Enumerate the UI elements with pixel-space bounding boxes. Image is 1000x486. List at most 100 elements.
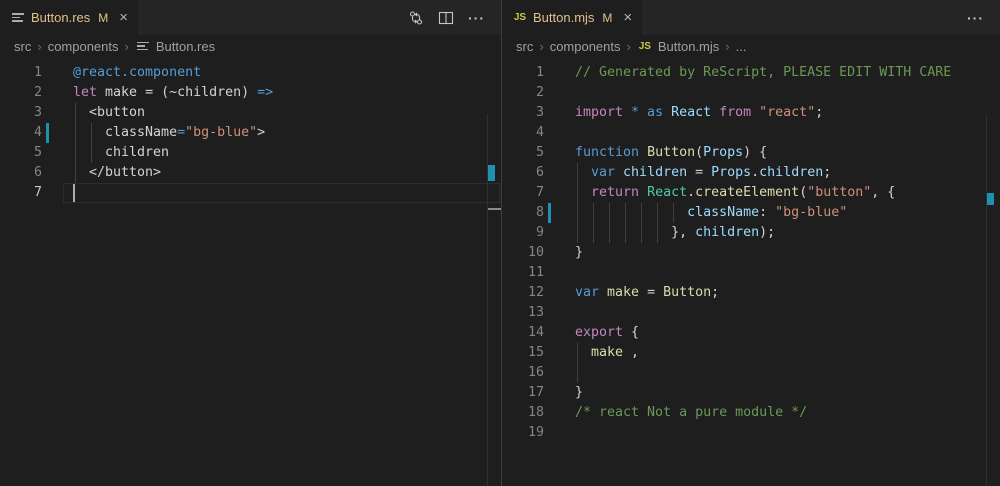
line-number[interactable]: 8 [502, 203, 544, 223]
line-number[interactable]: 4 [502, 123, 544, 143]
code-token: ; [823, 165, 831, 180]
code-text: className="bg-blue"> [73, 123, 265, 143]
javascript-file-icon: JS [637, 38, 653, 54]
code-line[interactable]: 3import * as React from "react"; [502, 103, 1000, 123]
code-text: children [73, 143, 169, 163]
code-line[interactable]: 1@react.component [0, 63, 501, 83]
code-line[interactable]: 2let make = (~children) => [0, 83, 501, 103]
open-changes-icon[interactable] [408, 10, 424, 26]
line-number[interactable]: 5 [502, 143, 544, 163]
line-number[interactable]: 14 [502, 323, 544, 343]
editor-left[interactable]: 1@react.component2let make = (~children)… [0, 57, 501, 486]
line-number[interactable]: 15 [502, 343, 544, 363]
line-number[interactable]: 7 [502, 183, 544, 203]
code-token: > [257, 125, 265, 140]
split-editor-icon[interactable] [438, 10, 454, 26]
line-number[interactable]: 2 [502, 83, 544, 103]
breadcrumb-file-label: Button.res [156, 39, 215, 54]
breadcrumb-folder[interactable]: components [48, 39, 119, 54]
code-line[interactable]: 15 make , [502, 343, 1000, 363]
code-text: make , [575, 343, 639, 363]
code-line[interactable]: 2 [502, 83, 1000, 103]
code-text: /* react Not a pure module */ [575, 403, 807, 423]
code-line[interactable]: 19 [502, 423, 1000, 443]
breadcrumb-symbol-ellipsis[interactable]: ... [736, 39, 747, 54]
overview-ruler[interactable] [986, 114, 1000, 486]
close-icon[interactable]: × [119, 10, 128, 25]
line-number[interactable]: 4 [0, 123, 42, 143]
line-number[interactable]: 2 [0, 83, 42, 103]
line-number[interactable]: 16 [502, 363, 544, 383]
code-line[interactable]: 17} [502, 383, 1000, 403]
code-token: "button" [807, 185, 871, 200]
line-number[interactable]: 5 [0, 143, 42, 163]
code-text: } [575, 243, 583, 263]
code-line[interactable]: 7 [0, 183, 501, 203]
code-line[interactable]: 6 </button> [0, 163, 501, 183]
code-line[interactable]: 18 /* react Not a pure module */ [502, 403, 1000, 423]
line-number[interactable]: 1 [502, 63, 544, 83]
line-number[interactable]: 9 [502, 223, 544, 243]
line-number[interactable]: 3 [502, 103, 544, 123]
code-line[interactable]: 5function Button(Props) { [502, 143, 1000, 163]
code-line[interactable]: 11 [502, 263, 1000, 283]
code-token: // Generated by ReScript, PLEASE EDIT WI… [575, 65, 951, 80]
overview-ruler[interactable] [487, 114, 501, 486]
code-token: from [719, 105, 759, 120]
line-number[interactable]: 6 [0, 163, 42, 183]
tab-button-res[interactable]: Button.res M × [0, 0, 138, 35]
code-token: = [687, 165, 711, 180]
line-number[interactable]: 19 [502, 423, 544, 443]
code-line[interactable]: 7 return React.createElement("button", { [502, 183, 1000, 203]
code-token: children [759, 165, 823, 180]
line-number[interactable]: 3 [0, 103, 42, 123]
code-line[interactable]: 12 var make = Button; [502, 283, 1000, 303]
code-token: "bg-blue" [185, 125, 257, 140]
code-token: return [591, 185, 647, 200]
code-token: import [575, 105, 631, 120]
breadcrumb-file[interactable]: Button.res [135, 38, 215, 54]
more-actions-icon[interactable]: ··· [967, 10, 984, 26]
close-icon[interactable]: × [623, 10, 632, 25]
code-line[interactable]: 3 <button [0, 103, 501, 123]
line-number[interactable]: 17 [502, 383, 544, 403]
line-number[interactable]: 6 [502, 163, 544, 183]
code-line[interactable]: 1 // Generated by ReScript, PLEASE EDIT W… [502, 63, 1000, 83]
breadcrumb-file[interactable]: JS Button.mjs [637, 38, 719, 54]
code-token: /* react Not a pure module */ [575, 405, 807, 420]
code-line[interactable]: 6 var children = Props.children; [502, 163, 1000, 183]
code-token: </button> [73, 165, 161, 180]
line-number[interactable]: 12 [502, 283, 544, 303]
git-status-badge: M [98, 11, 108, 25]
code-token: children [623, 165, 687, 180]
code-token: ; [815, 105, 823, 120]
line-number[interactable]: 13 [502, 303, 544, 323]
breadcrumb-folder[interactable]: src [516, 39, 533, 54]
code-line[interactable]: 8 className: "bg-blue" [502, 203, 1000, 223]
line-number[interactable]: 1 [0, 63, 42, 83]
code-line[interactable]: 5 children [0, 143, 501, 163]
code-line[interactable]: 16 [502, 363, 1000, 383]
code-line[interactable]: 9 }, children); [502, 223, 1000, 243]
code-line[interactable]: 10} [502, 243, 1000, 263]
code-text: var make = Button; [575, 283, 719, 303]
more-actions-icon[interactable]: ··· [468, 10, 485, 26]
ruler-modified-marker [488, 165, 495, 181]
line-number[interactable]: 18 [502, 403, 544, 423]
code-line[interactable]: 13 [502, 303, 1000, 323]
tab-button-mjs[interactable]: JS Button.mjs M × [502, 0, 642, 35]
chevron-right-icon: › [725, 39, 729, 54]
line-number[interactable]: 10 [502, 243, 544, 263]
code-line[interactable]: 4 [502, 123, 1000, 143]
breadcrumb-folder[interactable]: src [14, 39, 31, 54]
code-token: let [73, 85, 97, 100]
breadcrumb-left: src › components › Button.res [0, 35, 501, 57]
code-line[interactable]: 14export { [502, 323, 1000, 343]
code-token: : [759, 205, 775, 220]
editor-right[interactable]: 1 // Generated by ReScript, PLEASE EDIT W… [502, 57, 1000, 486]
code-line[interactable]: 4 className="bg-blue"> [0, 123, 501, 143]
code-token: }, [575, 225, 695, 240]
breadcrumb-folder[interactable]: components [550, 39, 621, 54]
line-number[interactable]: 11 [502, 263, 544, 283]
line-number[interactable]: 7 [0, 183, 42, 203]
